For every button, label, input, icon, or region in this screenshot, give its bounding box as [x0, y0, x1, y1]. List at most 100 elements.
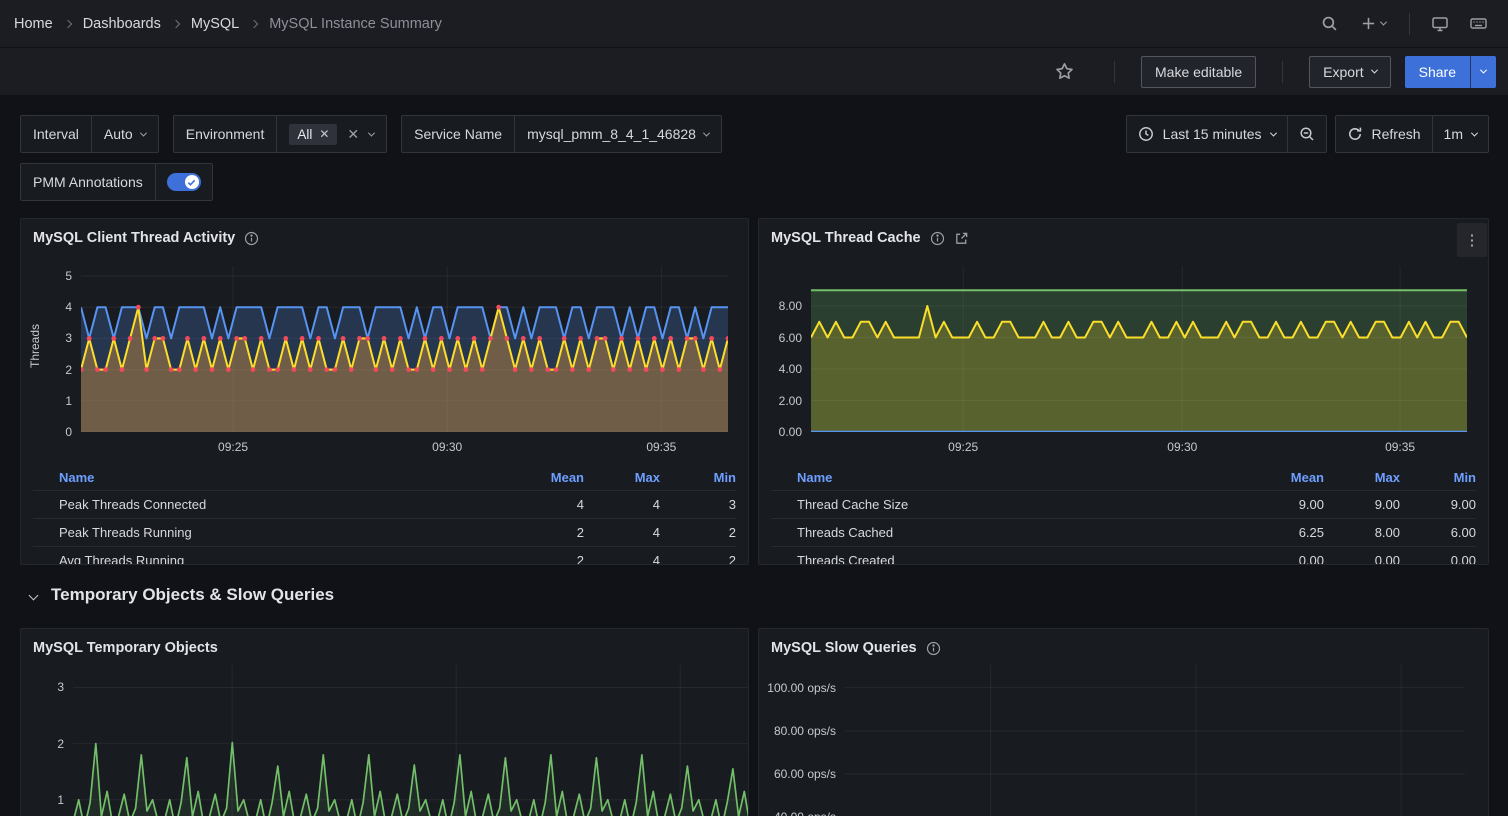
y-tick-label: 1	[21, 793, 64, 807]
slow-queries-chart[interactable]: 40.00 ops/s60.00 ops/s80.00 ops/s100.00 …	[759, 665, 1488, 816]
environment-select[interactable]: All ✕ ✕	[277, 116, 386, 152]
breadcrumb: Home Dashboards MySQL MySQL Instance Sum…	[14, 16, 442, 32]
legend-col-min[interactable]: Min	[660, 470, 736, 485]
service-name-select[interactable]: mysql_pmm_8_4_1_46828	[515, 116, 721, 152]
chip-label: All	[297, 127, 312, 142]
panel-mysql-slow-queries: MySQL Slow Queries 40.00 ops/s60.00 ops/…	[758, 628, 1489, 816]
refresh-label: Refresh	[1372, 126, 1421, 142]
y-tick-label: 4	[21, 300, 72, 314]
environment-chip-all[interactable]: All ✕	[289, 124, 337, 145]
legend-col-max[interactable]: Max	[1324, 470, 1400, 485]
y-tick-label: 1	[21, 394, 72, 408]
panel-title[interactable]: MySQL Thread Cache	[771, 230, 921, 246]
refresh-interval-select[interactable]: 1m	[1433, 116, 1488, 152]
environment-variable: Environment All ✕ ✕	[173, 115, 387, 153]
x-tick-label: 09:35	[626, 440, 696, 454]
temporary-objects-chart[interactable]: 123	[21, 665, 748, 816]
series-min: 6.00	[1400, 525, 1476, 540]
series-name[interactable]: Threads Cached	[797, 525, 1248, 540]
breadcrumb-home[interactable]: Home	[14, 16, 53, 32]
share-dropdown-button[interactable]	[1470, 56, 1496, 88]
legend-col-mean[interactable]: Mean	[1248, 470, 1324, 485]
export-button[interactable]: Export	[1309, 56, 1390, 88]
top-navigation-bar: Home Dashboards MySQL MySQL Instance Sum…	[0, 0, 1508, 48]
zoom-out-time-button[interactable]	[1288, 116, 1326, 152]
make-editable-button[interactable]: Make editable	[1141, 56, 1256, 88]
series-name[interactable]: Peak Threads Running	[59, 525, 508, 540]
legend-col-name[interactable]: Name	[59, 470, 508, 485]
y-tick-label: 80.00 ops/s	[759, 724, 836, 738]
chip-remove-icon[interactable]: ✕	[319, 127, 329, 141]
zoom-out-icon	[1299, 126, 1315, 142]
pmm-annotations-control: PMM Annotations	[20, 163, 213, 201]
thread-cache-plot[interactable]	[811, 266, 1467, 432]
series-min: 3	[660, 497, 736, 512]
panel-title[interactable]: MySQL Slow Queries	[771, 640, 917, 656]
refresh-button[interactable]: Refresh	[1336, 116, 1432, 152]
legend-row: Peak Threads Connected 4 4 3	[33, 490, 736, 518]
legend-col-mean[interactable]: Mean	[508, 470, 584, 485]
series-name[interactable]: Avg Threads Running	[59, 553, 508, 564]
temp-objects-plot[interactable]	[73, 665, 749, 816]
interval-label: Interval	[21, 116, 92, 152]
pmm-annotations-toggle[interactable]	[167, 173, 201, 191]
chevron-down-icon	[368, 129, 375, 136]
series-name[interactable]: Threads Created	[797, 553, 1248, 564]
clear-selection-icon[interactable]: ✕	[347, 126, 359, 143]
series-max: 4	[584, 525, 660, 540]
external-link-icon[interactable]	[954, 231, 969, 246]
series-name[interactable]: Peak Threads Connected	[59, 497, 508, 512]
panel-mysql-thread-cache: MySQL Thread Cache ⋮ 0.002.004.006.008.0…	[758, 218, 1489, 565]
series-max: 4	[584, 553, 660, 564]
section-temporary-objects-slow-queries[interactable]: Temporary Objects & Slow Queries	[20, 585, 334, 605]
info-icon[interactable]	[244, 231, 259, 246]
star-icon	[1055, 62, 1074, 81]
y-tick-label: 3	[21, 331, 72, 345]
series-min: 0.00	[1400, 553, 1476, 564]
panel-title[interactable]: MySQL Client Thread Activity	[33, 230, 235, 246]
export-button-label: Export	[1323, 64, 1363, 80]
legend-row: Peak Threads Running 2 4 2	[33, 518, 736, 546]
add-button[interactable]	[1351, 8, 1395, 40]
thread-activity-plot[interactable]	[81, 266, 728, 432]
search-button[interactable]	[1313, 8, 1345, 40]
chevron-down-icon	[1480, 67, 1487, 74]
info-icon[interactable]	[930, 231, 945, 246]
refresh-interval-value: 1m	[1444, 126, 1463, 142]
share-button[interactable]: Share	[1405, 56, 1470, 88]
breadcrumb-dashboards[interactable]: Dashboards	[83, 16, 161, 32]
series-name[interactable]: Thread Cache Size	[797, 497, 1248, 512]
legend-row: Threads Created 0.00 0.00 0.00	[771, 546, 1476, 564]
y-tick-label: 2	[21, 363, 72, 377]
series-min: 2	[660, 525, 736, 540]
series-mean: 0.00	[1248, 553, 1324, 564]
thread-activity-chart[interactable]: Threads01234509:2509:3009:35	[21, 259, 748, 459]
chevron-down-icon	[29, 590, 39, 600]
service-name-variable: Service Name mysql_pmm_8_4_1_46828	[401, 115, 722, 153]
panel-title[interactable]: MySQL Temporary Objects	[33, 640, 218, 656]
kiosk-mode-button[interactable]	[1424, 8, 1456, 40]
chevron-down-icon	[1269, 129, 1276, 136]
search-icon	[1321, 15, 1338, 32]
chevron-right-icon	[172, 19, 180, 27]
y-tick-label: 100.00 ops/s	[759, 681, 836, 695]
keyboard-shortcuts-button[interactable]	[1462, 8, 1494, 40]
legend-col-max[interactable]: Max	[584, 470, 660, 485]
keyboard-icon	[1469, 14, 1488, 33]
thread-cache-chart[interactable]: 0.002.004.006.008.0009:2509:3009:35	[759, 259, 1488, 459]
legend-col-name[interactable]: Name	[797, 470, 1248, 485]
y-tick-label: 2	[21, 737, 64, 751]
slow-queries-plot[interactable]	[845, 665, 1465, 816]
favorite-button[interactable]	[1048, 56, 1080, 88]
breadcrumb-mysql[interactable]: MySQL	[191, 16, 239, 32]
panel-menu-button[interactable]: ⋮	[1457, 223, 1487, 257]
time-range-picker[interactable]: Last 15 minutes	[1127, 116, 1287, 152]
divider	[1282, 61, 1283, 83]
chevron-down-icon	[1371, 67, 1378, 74]
x-tick-label: 09:25	[928, 440, 998, 454]
divider	[1409, 13, 1410, 35]
info-icon[interactable]	[926, 641, 941, 656]
legend-col-min[interactable]: Min	[1400, 470, 1476, 485]
series-max: 9.00	[1324, 497, 1400, 512]
interval-select[interactable]: Auto	[92, 116, 158, 152]
